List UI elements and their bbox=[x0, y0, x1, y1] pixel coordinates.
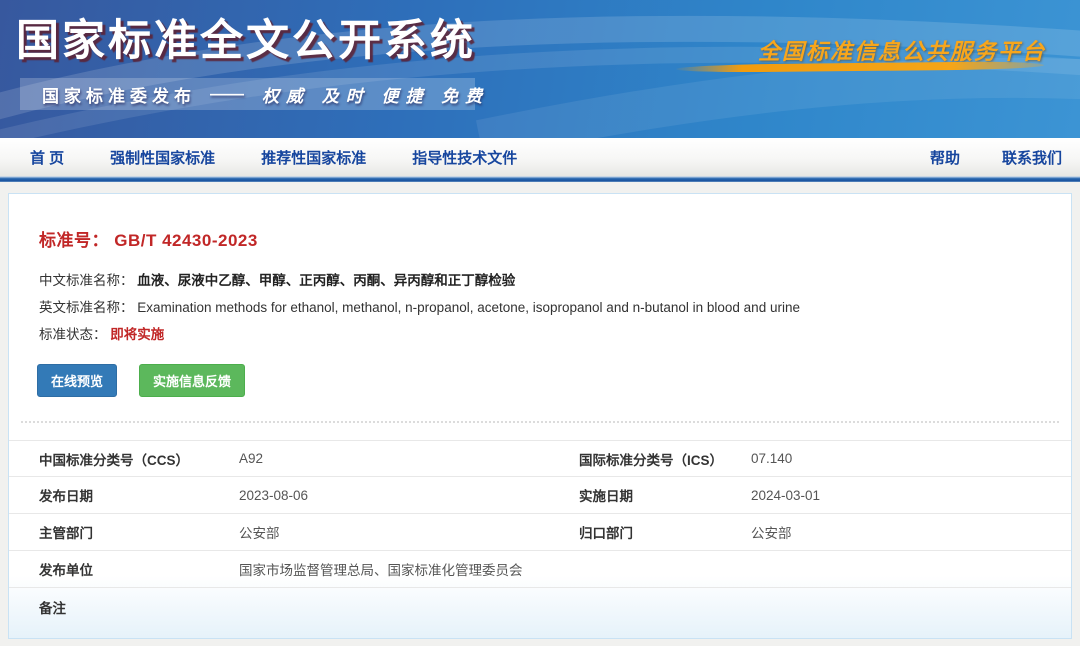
publish-date-label: 发布日期 bbox=[39, 485, 239, 505]
ccs-label: 中国标准分类号（CCS） bbox=[39, 449, 239, 469]
cn-name-value: 血液、尿液中乙醇、甲醇、正丙醇、丙酮、异丙醇和正丁醇检验 bbox=[137, 273, 515, 288]
status-line: 标准状态： 即将实施 bbox=[39, 321, 1071, 348]
en-name-label: 英文标准名称： bbox=[39, 300, 134, 315]
issuing-unit-value: 国家市场监督管理总局、国家标准化管理委员会 bbox=[239, 559, 1071, 579]
standard-number-heading: 标准号： GB/T 42430-2023 bbox=[39, 226, 1071, 251]
table-row: 发布单位 国家市场监督管理总局、国家标准化管理委员会 bbox=[9, 551, 1071, 588]
site-header: 国家标准全文公开系统 国家标准委发布 —— 权威 及时 便捷 免费 全国标准信息… bbox=[0, 0, 1080, 138]
standard-fields-table: 中国标准分类号（CCS） A92 国际标准分类号（ICS） 07.140 发布日… bbox=[9, 440, 1071, 625]
dash-separator: —— bbox=[210, 84, 244, 104]
nav-item-mandatory-standards[interactable]: 强制性国家标准 bbox=[110, 147, 215, 168]
ics-label: 国际标准分类号（ICS） bbox=[579, 449, 751, 469]
issuing-unit-label: 发布单位 bbox=[39, 559, 239, 579]
table-row: 主管部门 公安部 归口部门 公安部 bbox=[9, 514, 1071, 551]
supervisor-dept-value: 公安部 bbox=[239, 522, 579, 542]
standard-detail-panel: 标准号： GB/T 42430-2023 中文标准名称： 血液、尿液中乙醇、甲醇… bbox=[8, 193, 1072, 639]
remarks-label: 备注 bbox=[39, 597, 239, 617]
site-title: 国家标准全文公开系统 bbox=[16, 6, 476, 68]
implement-date-label: 实施日期 bbox=[579, 485, 751, 505]
nav-item-guiding-documents[interactable]: 指导性技术文件 bbox=[412, 147, 517, 168]
dotted-separator bbox=[21, 421, 1059, 423]
table-row: 中国标准分类号（CCS） A92 国际标准分类号（ICS） 07.140 bbox=[9, 440, 1071, 477]
en-name-value: Examination methods for ethanol, methano… bbox=[137, 300, 800, 315]
standard-number-label: 标准号： bbox=[39, 231, 109, 250]
nav-item-contact-us[interactable]: 联系我们 bbox=[1002, 147, 1062, 168]
cn-name-label: 中文标准名称： bbox=[39, 273, 134, 288]
status-value: 即将实施 bbox=[110, 327, 164, 342]
nav-item-recommended-standards[interactable]: 推荐性国家标准 bbox=[261, 147, 366, 168]
table-row: 备注 bbox=[9, 588, 1071, 625]
cn-name-line: 中文标准名称： 血液、尿液中乙醇、甲醇、正丙醇、丙酮、异丙醇和正丁醇检验 bbox=[39, 267, 1071, 294]
nav-left-group: 首 页 强制性国家标准 推荐性国家标准 指导性技术文件 bbox=[0, 147, 563, 168]
standard-meta-block: 中文标准名称： 血液、尿液中乙醇、甲醇、正丙醇、丙酮、异丙醇和正丁醇检验 英文标… bbox=[39, 267, 1071, 348]
implementation-feedback-button[interactable]: 实施信息反馈 bbox=[139, 364, 245, 397]
ccs-value: A92 bbox=[239, 451, 579, 466]
header-sub-banner: 国家标准委发布 —— 权威 及时 便捷 免费 bbox=[20, 78, 475, 110]
publisher-label: 国家标准委发布 bbox=[42, 82, 196, 107]
page-body: 标准号： GB/T 42430-2023 中文标准名称： 血液、尿液中乙醇、甲醇… bbox=[0, 182, 1080, 639]
implement-date-value: 2024-03-01 bbox=[751, 488, 1071, 503]
nav-item-home[interactable]: 首 页 bbox=[30, 147, 64, 168]
publish-date-value: 2023-08-06 bbox=[239, 488, 579, 503]
online-preview-button[interactable]: 在线预览 bbox=[37, 364, 117, 397]
action-button-row: 在线预览 实施信息反馈 bbox=[37, 364, 1071, 397]
ics-value: 07.140 bbox=[751, 451, 1071, 466]
nav-right-group: 帮助 联系我们 bbox=[888, 147, 1080, 168]
en-name-line: 英文标准名称： Examination methods for ethanol,… bbox=[39, 294, 1071, 321]
centralized-dept-label: 归口部门 bbox=[579, 522, 751, 542]
supervisor-dept-label: 主管部门 bbox=[39, 522, 239, 542]
standard-number-value: GB/T 42430-2023 bbox=[114, 231, 258, 250]
status-label: 标准状态： bbox=[39, 327, 107, 342]
slogan-text: 权威 及时 便捷 免费 bbox=[262, 82, 489, 107]
main-navbar: 首 页 强制性国家标准 推荐性国家标准 指导性技术文件 帮助 联系我们 bbox=[0, 138, 1080, 176]
nav-item-help[interactable]: 帮助 bbox=[930, 147, 960, 168]
centralized-dept-value: 公安部 bbox=[751, 522, 1071, 542]
table-row: 发布日期 2023-08-06 实施日期 2024-03-01 bbox=[9, 477, 1071, 514]
